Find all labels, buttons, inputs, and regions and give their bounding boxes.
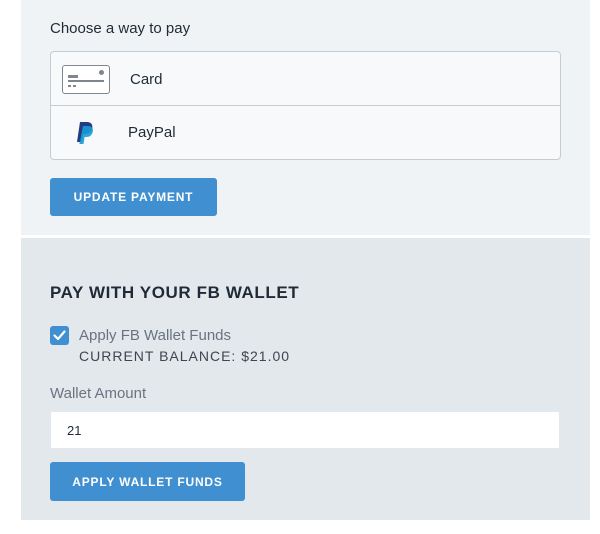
payment-method-list: Card PayPal — [50, 51, 561, 160]
payment-option-label: Card — [130, 71, 163, 88]
payment-option-label: PayPal — [128, 124, 176, 141]
checkmark-icon — [53, 330, 66, 341]
apply-wallet-label: Apply FB Wallet Funds — [79, 327, 231, 344]
apply-wallet-funds-button[interactable]: APPLY WALLET FUNDS — [50, 462, 245, 501]
wallet-amount-input[interactable] — [50, 411, 560, 449]
payment-heading: Choose a way to pay — [50, 20, 191, 37]
update-payment-button[interactable]: UPDATE PAYMENT — [50, 178, 217, 216]
credit-card-icon — [62, 65, 110, 94]
payment-option-paypal[interactable]: PayPal — [51, 106, 560, 159]
payment-option-card[interactable]: Card — [51, 52, 560, 106]
wallet-heading: PAY WITH YOUR FB WALLET — [50, 283, 300, 302]
apply-wallet-checkbox[interactable] — [50, 326, 69, 345]
current-balance: CURRENT BALANCE: $21.00 — [79, 348, 291, 364]
paypal-icon — [75, 121, 95, 145]
wallet-amount-label: Wallet Amount — [50, 385, 147, 402]
